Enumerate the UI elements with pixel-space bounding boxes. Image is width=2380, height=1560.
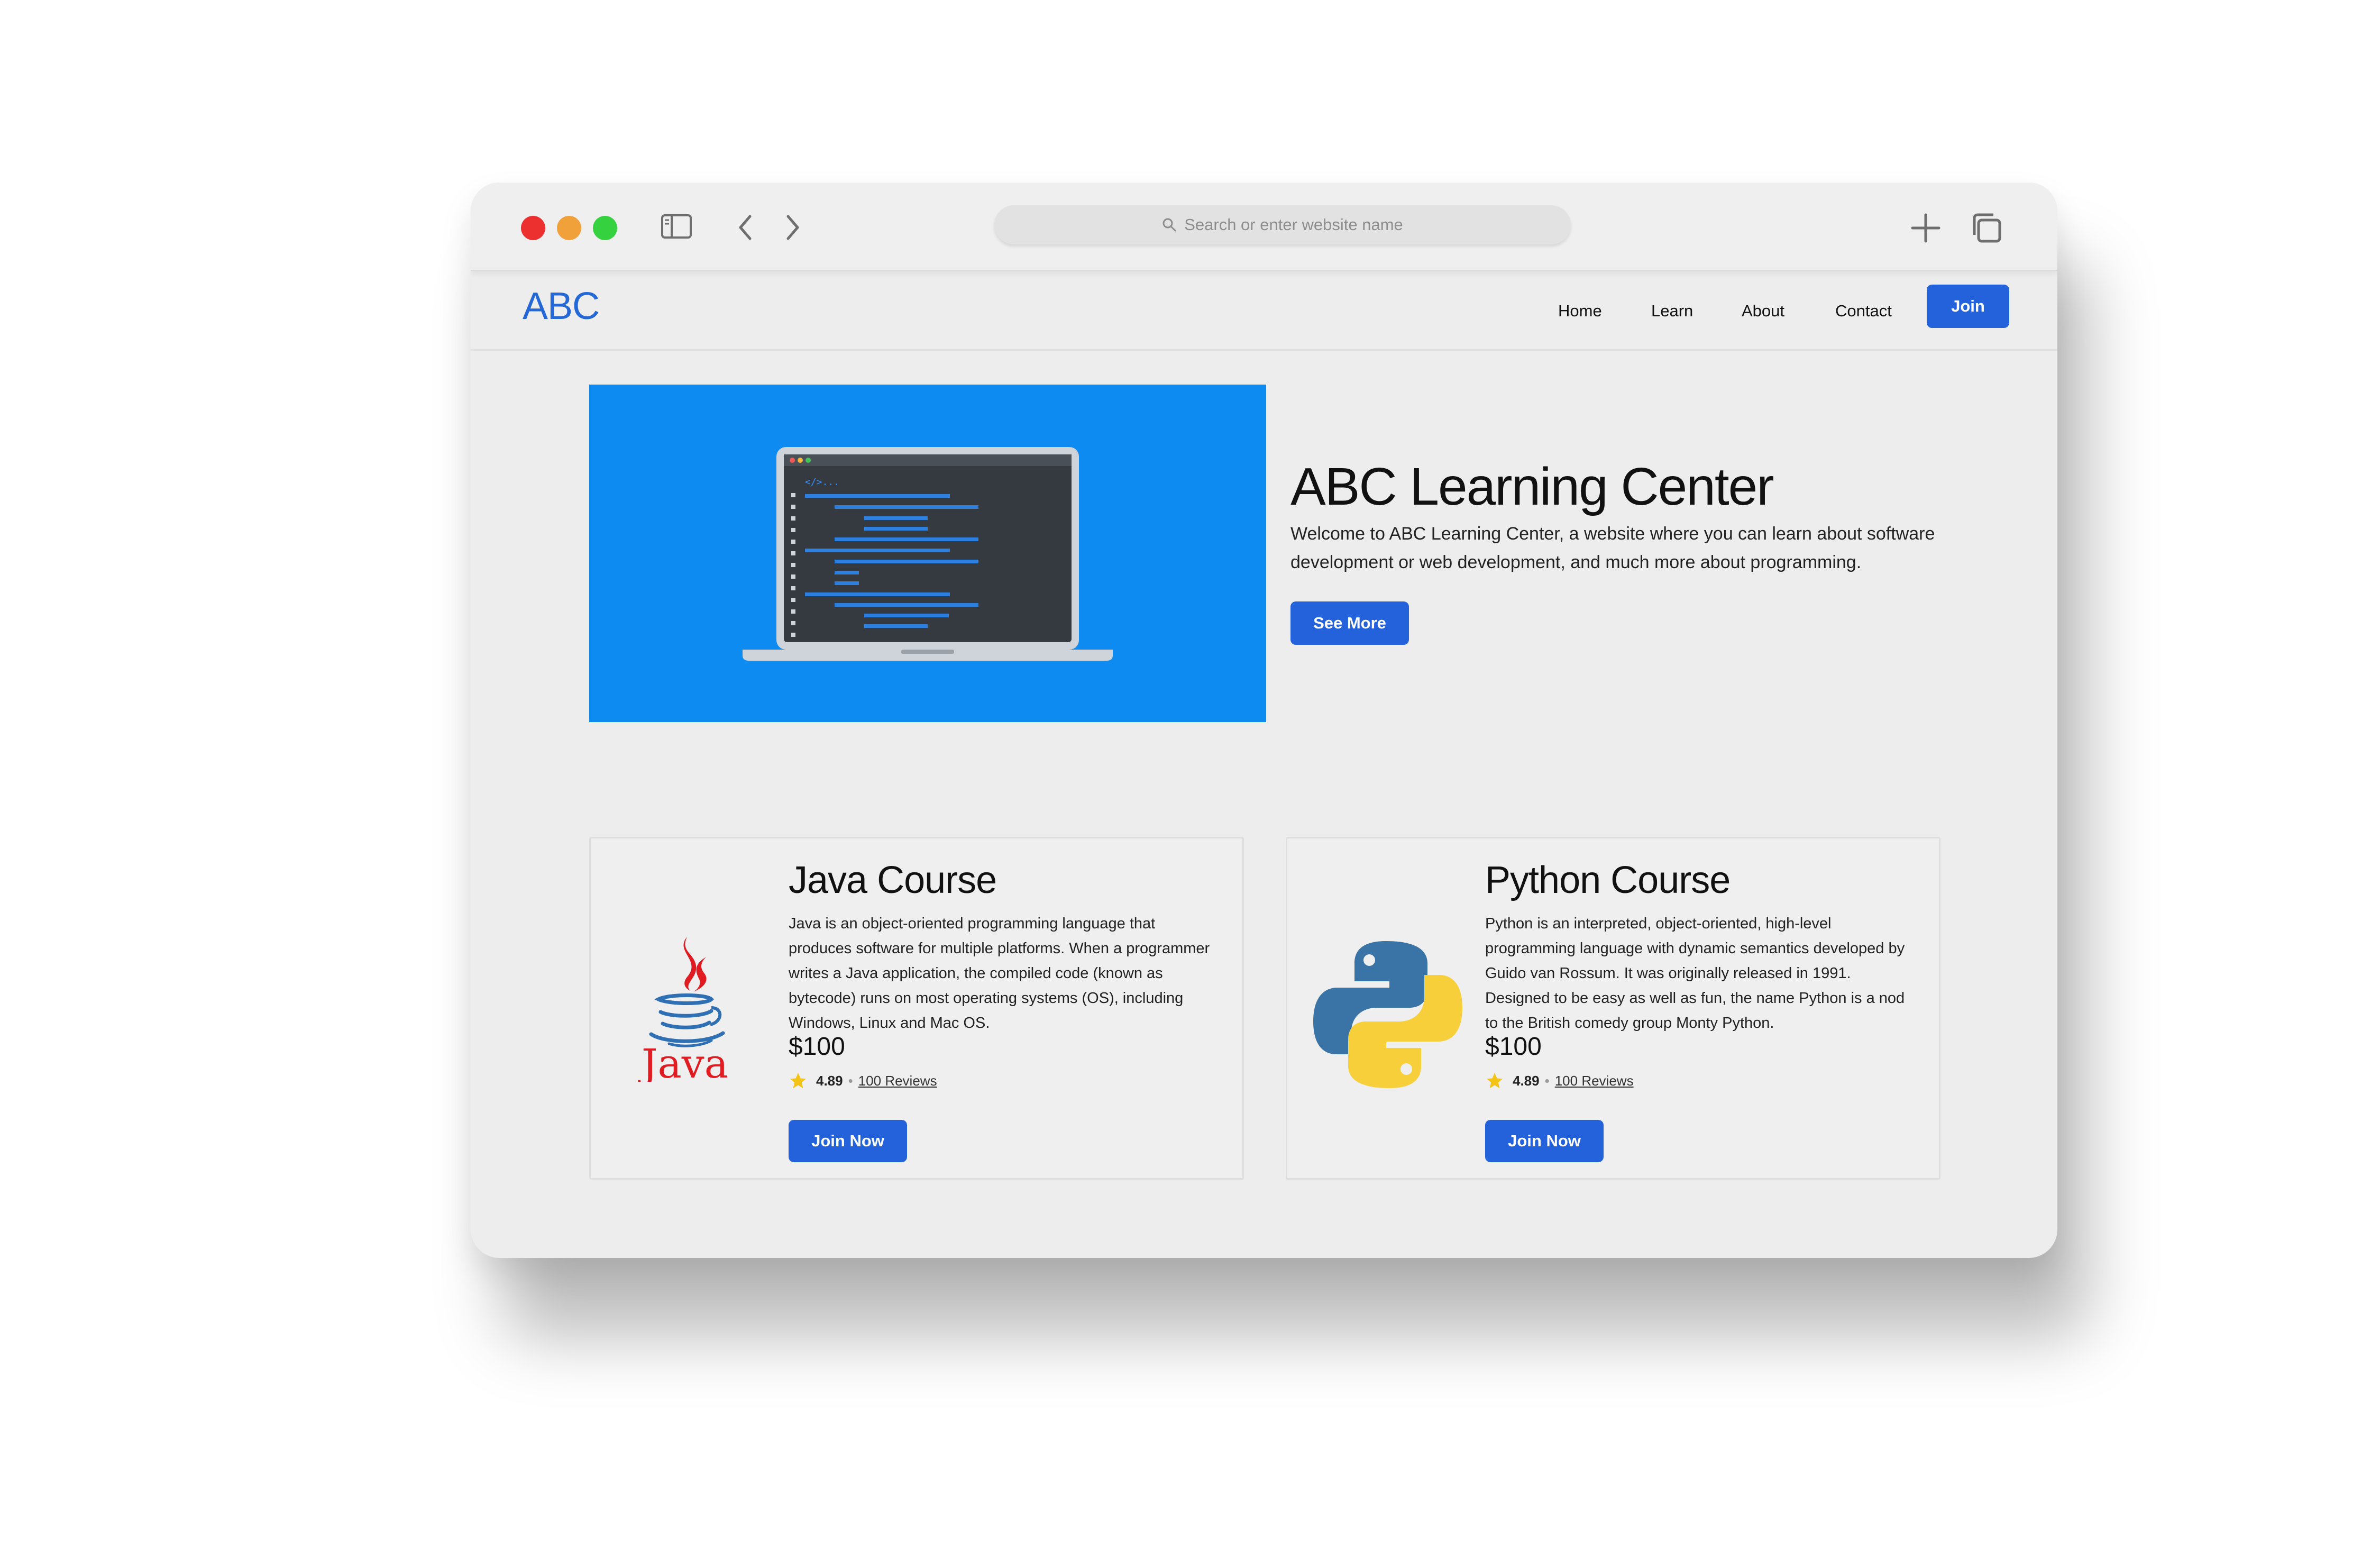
site-navbar: ABC Home Learn About Contact xyxy=(471,270,2057,351)
rating-separator: • xyxy=(848,1072,853,1089)
hero-description: Welcome to ABC Learning Center, a websit… xyxy=(1290,524,1935,572)
reviews-link[interactable]: 100 Reviews xyxy=(1555,1073,1634,1089)
browser-window: Search or enter website name ABC Home Le… xyxy=(471,183,2057,1258)
forward-chevron-icon[interactable] xyxy=(783,213,803,242)
nav-contact-link[interactable]: Contact xyxy=(1835,302,1892,321)
course-rating: 4.89 • 100 Reviews xyxy=(1485,1071,1634,1090)
laptop-code-icon: </>... xyxy=(743,447,1113,661)
rating-separator: • xyxy=(1544,1072,1550,1089)
search-icon xyxy=(1162,218,1176,232)
rating-score: 4.89 xyxy=(816,1072,843,1089)
reviews-link[interactable]: 100 Reviews xyxy=(858,1073,937,1089)
back-chevron-icon[interactable] xyxy=(735,213,755,242)
tabs-overview-icon[interactable] xyxy=(1970,212,2003,244)
close-window-button[interactable] xyxy=(521,216,545,240)
course-title: Python Course xyxy=(1485,859,1731,901)
sidebar-icon[interactable] xyxy=(661,214,692,239)
site-logo[interactable]: ABC xyxy=(523,285,600,328)
join-button[interactable]: Join xyxy=(1927,285,2009,328)
course-description: Python is an interpreted, object-oriente… xyxy=(1485,915,1905,1032)
minimize-window-button[interactable] xyxy=(557,216,581,240)
url-placeholder: Search or enter website name xyxy=(1184,215,1403,234)
join-now-button[interactable]: Join Now xyxy=(1485,1120,1604,1162)
python-course-card: Python Course Python is an interpreted, … xyxy=(1286,837,1940,1180)
hero-title: ABC Learning Center xyxy=(1290,457,1774,516)
course-rating: 4.89 • 100 Reviews xyxy=(789,1071,937,1090)
course-title: Java Course xyxy=(789,859,997,901)
join-now-button[interactable]: Join Now xyxy=(789,1120,907,1162)
url-bar[interactable]: Search or enter website name xyxy=(994,205,1571,244)
course-price: $100 xyxy=(789,1033,845,1061)
course-price: $100 xyxy=(1485,1033,1542,1061)
java-logo-icon: Java xyxy=(638,937,728,1082)
python-logo-icon xyxy=(1313,941,1462,1088)
code-tag-text: </>... xyxy=(805,477,839,488)
course-description: Java is an object-oriented programming l… xyxy=(789,915,1210,1032)
see-more-button[interactable]: See More xyxy=(1290,601,1409,645)
rating-score: 4.89 xyxy=(1513,1072,1540,1089)
star-icon xyxy=(790,1073,806,1089)
nav-home-link[interactable]: Home xyxy=(1558,302,1602,321)
java-logo-text: Java xyxy=(638,1040,728,1082)
java-course-card: Java Java Course Java is an object-orien… xyxy=(589,837,1244,1180)
hero-laptop-illustration: </>... xyxy=(589,385,1266,722)
zoom-window-button[interactable] xyxy=(593,216,617,240)
browser-toolbar: Search or enter website name xyxy=(471,183,2057,271)
star-icon xyxy=(1487,1073,1503,1089)
nav-learn-link[interactable]: Learn xyxy=(1651,302,1693,321)
nav-about-link[interactable]: About xyxy=(1742,302,1784,321)
new-tab-plus-icon[interactable] xyxy=(1909,212,1942,244)
